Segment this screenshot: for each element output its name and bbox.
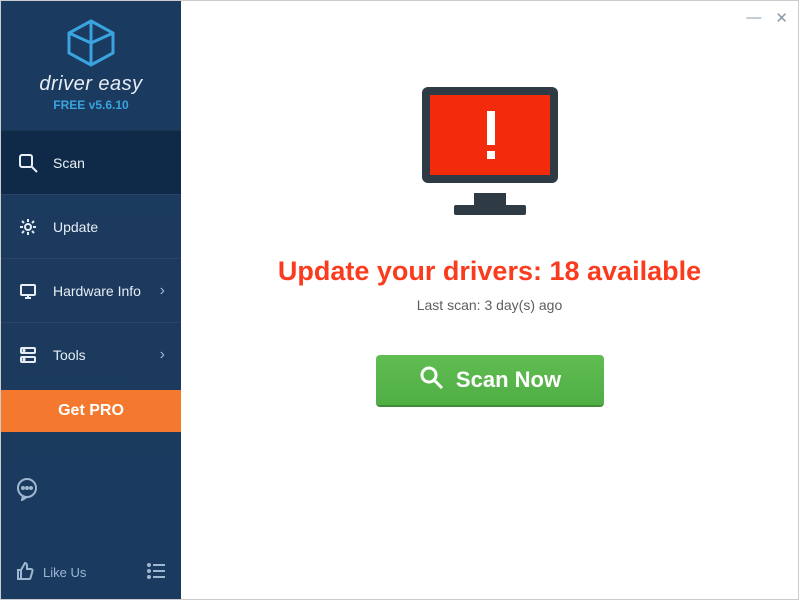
chevron-right-icon: › — [160, 282, 165, 300]
headline: Update your drivers: 18 available — [278, 256, 701, 287]
alert-monitor-icon — [410, 81, 570, 230]
sidebar-item-label: Update — [53, 219, 98, 235]
like-us-link[interactable]: Like Us — [43, 565, 86, 580]
scan-icon — [17, 152, 39, 174]
sidebar-item-label: Tools — [53, 347, 86, 363]
scan-now-button[interactable]: Scan Now — [376, 355, 604, 405]
chevron-right-icon: › — [160, 346, 165, 364]
brand-logo-icon — [1, 19, 181, 67]
last-scan-text: Last scan: 3 day(s) ago — [417, 297, 563, 313]
close-button[interactable]: ✕ — [775, 9, 788, 27]
get-pro-button[interactable]: Get PRO — [1, 390, 181, 432]
sidebar-item-scan[interactable]: Scan — [1, 130, 181, 194]
sidebar-item-label: Scan — [53, 155, 85, 171]
nav: Scan Update Hardware Info › — [1, 130, 181, 432]
hardware-icon — [17, 280, 39, 302]
search-icon — [418, 364, 444, 396]
menu-icon[interactable] — [145, 560, 167, 585]
brand-block: driver easy FREE v5.6.10 — [1, 1, 181, 122]
window-controls: — ✕ — [746, 9, 788, 27]
brand-name: driver easy — [1, 73, 181, 96]
gear-icon — [17, 216, 39, 238]
sidebar-footer: Like Us — [1, 550, 181, 599]
main-panel: — ✕ Update your drivers: 18 available La… — [181, 1, 798, 599]
tools-icon — [17, 344, 39, 366]
sidebar-item-tools[interactable]: Tools › — [1, 322, 181, 386]
sidebar-item-update[interactable]: Update — [1, 194, 181, 258]
minimize-button[interactable]: — — [746, 9, 761, 27]
feedback-icon[interactable] — [1, 467, 181, 515]
brand-version: FREE v5.6.10 — [1, 98, 181, 112]
sidebar: driver easy FREE v5.6.10 Scan Update — [1, 1, 181, 599]
sidebar-item-hardware-info[interactable]: Hardware Info › — [1, 258, 181, 322]
thumbs-up-icon[interactable] — [15, 561, 35, 584]
sidebar-item-label: Hardware Info — [53, 283, 141, 299]
